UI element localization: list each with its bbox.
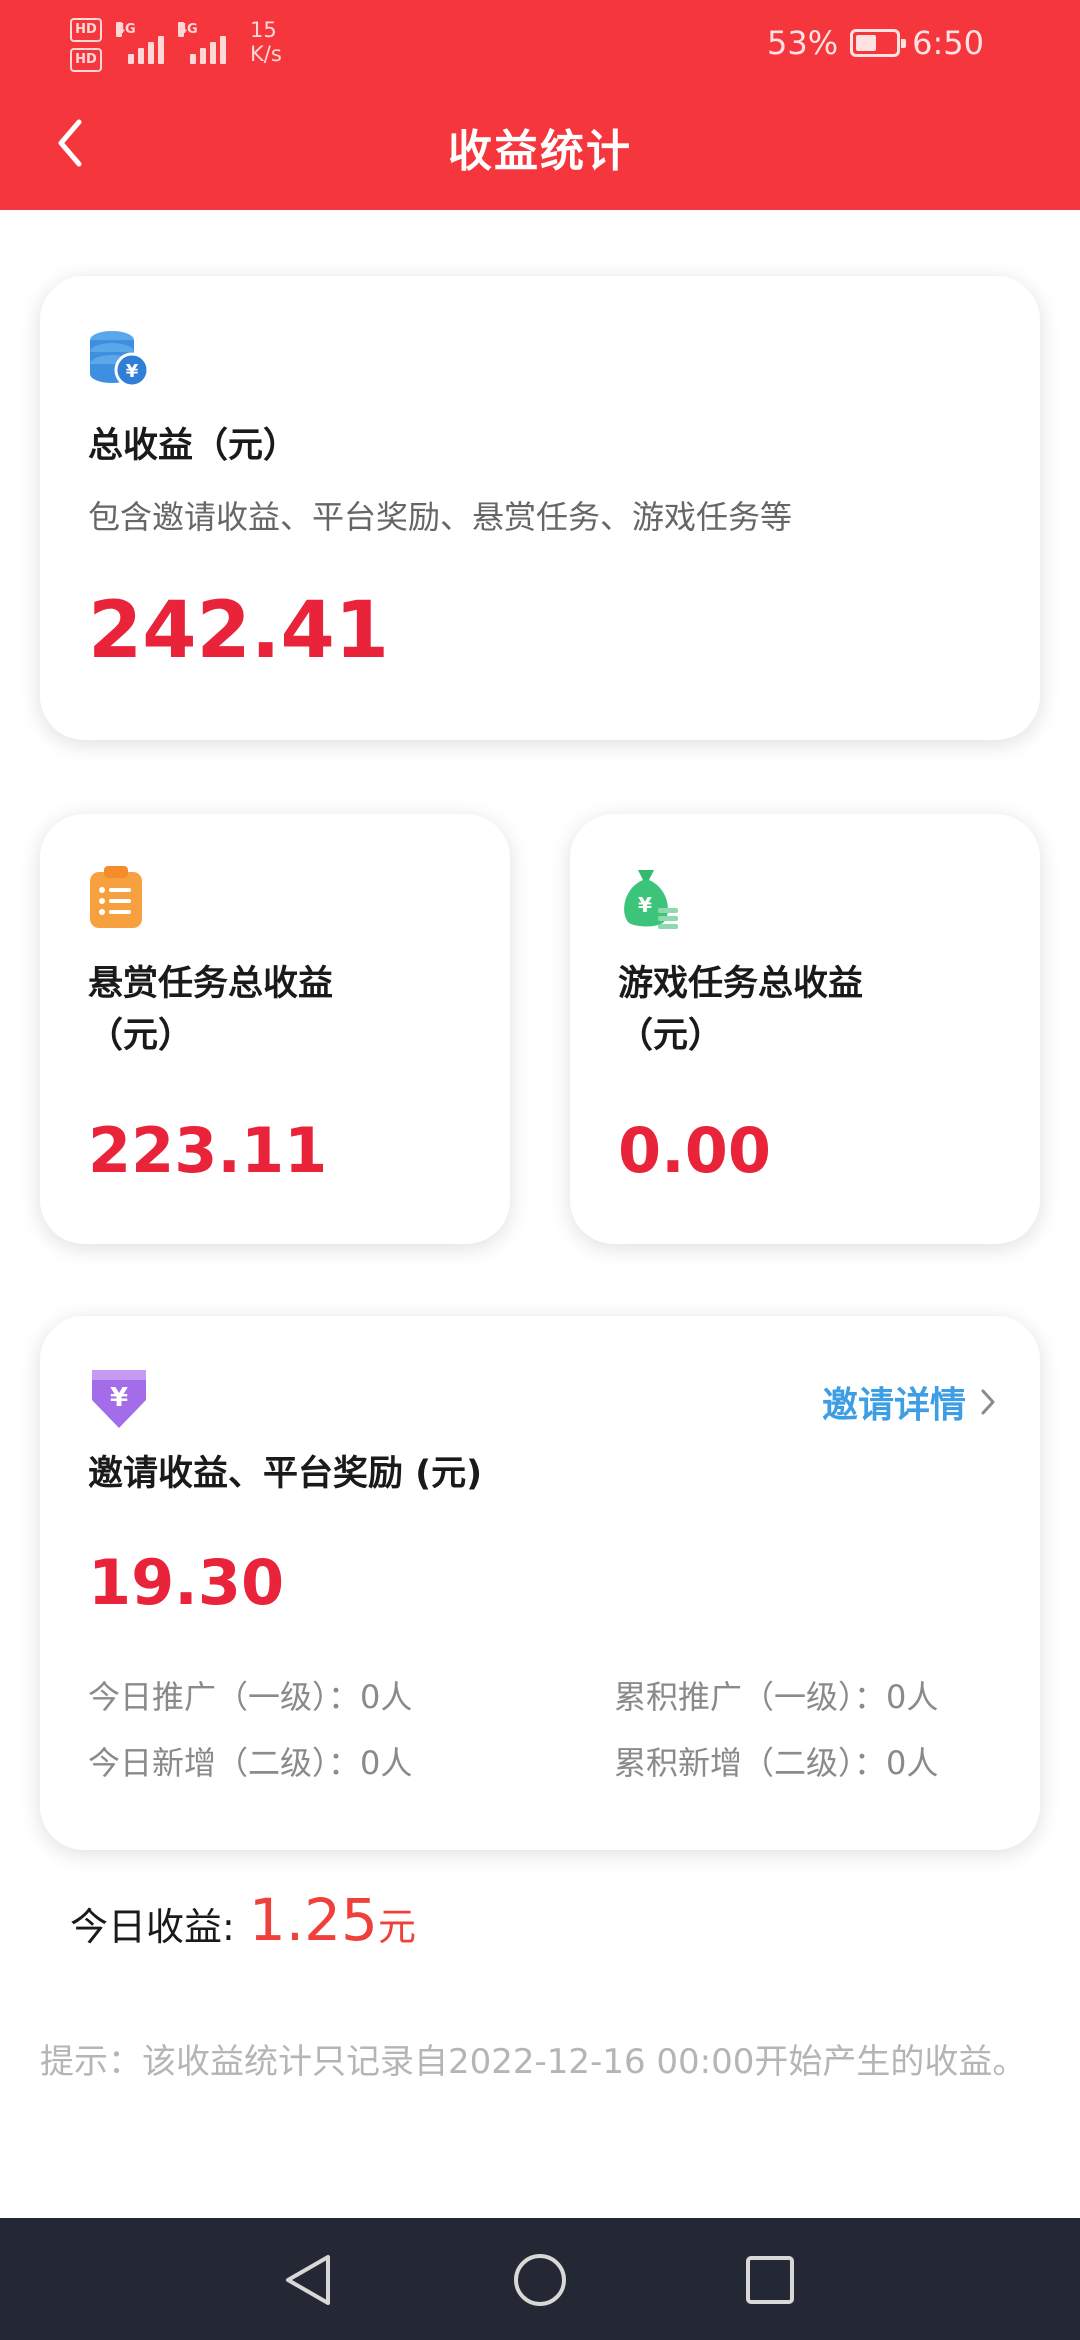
battery-fill (856, 35, 877, 51)
bounty-earnings-title-line1: 悬赏任务总收益 (88, 964, 334, 1004)
game-earnings-title-line2: （元） (618, 1016, 724, 1056)
stat-today-new: 今日新增（二级）：0人 (88, 1744, 413, 1782)
status-bar: HD HD 4G 4G 15 K/s 53% 6:50 (0, 0, 1080, 95)
game-earnings-title-line1: 游戏任务总收益 (618, 964, 864, 1004)
invite-earnings-amount: 19.30 (88, 1546, 285, 1619)
header: 收益统计 (0, 95, 1080, 210)
bounty-earnings-card: 悬赏任务总收益 （元） 223.11 (40, 814, 510, 1244)
today-earnings-label: 今日收益: (70, 1905, 235, 1949)
system-nav-bar (0, 2218, 1080, 2340)
page-title: 收益统计 (448, 126, 632, 177)
total-earnings-card: ¥ 总收益（元） 包含邀请收益、平台奖励、悬赏任务、游戏任务等 242.41 (40, 276, 1040, 740)
total-earnings-subtitle: 包含邀请收益、平台奖励、悬赏任务、游戏任务等 (88, 498, 793, 536)
top-bar: HD HD 4G 4G 15 K/s 53% 6:50 收益统计 (0, 0, 1080, 210)
status-right: 53% 6:50 (767, 24, 984, 62)
signal-1-icon: 4G (116, 22, 164, 64)
stat-today-promote: 今日推广（一级）：0人 (88, 1678, 413, 1716)
battery-percent: 53% (767, 24, 839, 62)
battery-icon (850, 29, 907, 57)
yen-down-arrow-icon: ¥ (92, 1370, 146, 1428)
signal-2-icon: 4G (178, 22, 226, 64)
total-earnings-title: 总收益（元） (88, 426, 299, 466)
bounty-earnings-title-line2: （元） (88, 1016, 194, 1056)
nav-back-icon (286, 2255, 330, 2305)
stat-total-new: 累积新增（二级）：0人 (614, 1744, 939, 1782)
today-earnings: 今日收益: 1.25 元 (70, 1886, 416, 1954)
stat-total-promote: 累积推广（一级）：0人 (614, 1678, 939, 1716)
hd1-badge: HD (70, 18, 102, 42)
network-speed-unit: K/s (250, 42, 282, 66)
clipboard-list-icon (90, 866, 142, 928)
invite-earnings-card: ¥ 邀请详情 邀请收益、平台奖励 (元) 19.30 今日推广（一级）：0人 累… (40, 1316, 1040, 1850)
network-speed-value: 15 (250, 18, 277, 42)
bounty-earnings-amount: 223.11 (88, 1114, 328, 1187)
chevron-right-icon (981, 1389, 995, 1415)
game-earnings-card: ¥ 游戏任务总收益 （元） 0.00 (570, 814, 1040, 1244)
tip-text: 提示：该收益统计只记录自2022-12-16 00:00开始产生的收益。 (40, 2042, 1027, 2082)
clock: 6:50 (912, 24, 984, 62)
status-left: HD HD 4G 4G 15 K/s (70, 18, 282, 72)
network-type-1: 4G (116, 22, 136, 37)
network-speed: 15 K/s (250, 18, 282, 66)
network-type-2: 4G (178, 22, 198, 37)
total-earnings-amount: 242.41 (88, 586, 389, 676)
svg-text:¥: ¥ (110, 1383, 128, 1413)
coin-stack-yen-icon: ¥ (90, 331, 150, 388)
invite-earnings-title: 邀请收益、平台奖励 (元) (88, 1454, 483, 1494)
svg-text:¥: ¥ (638, 893, 652, 917)
invite-details-link[interactable]: 邀请详情 (822, 1376, 996, 1428)
nav-home-icon (514, 2254, 566, 2306)
hd2-badge: HD (70, 48, 102, 72)
nav-back-button[interactable] (276, 2248, 340, 2312)
nav-recents-icon (746, 2256, 794, 2304)
nav-recents-button[interactable] (738, 2248, 802, 2312)
nav-home-button[interactable] (508, 2248, 572, 2312)
svg-text:¥: ¥ (126, 361, 139, 382)
today-earnings-unit: 元 (377, 1905, 416, 1949)
hd-indicators: HD HD (70, 18, 102, 72)
invite-details-label: 邀请详情 (821, 1385, 966, 1426)
today-earnings-value: 1.25 (248, 1886, 378, 1954)
money-bag-yen-icon: ¥ (624, 870, 678, 929)
game-earnings-amount: 0.00 (618, 1114, 771, 1187)
